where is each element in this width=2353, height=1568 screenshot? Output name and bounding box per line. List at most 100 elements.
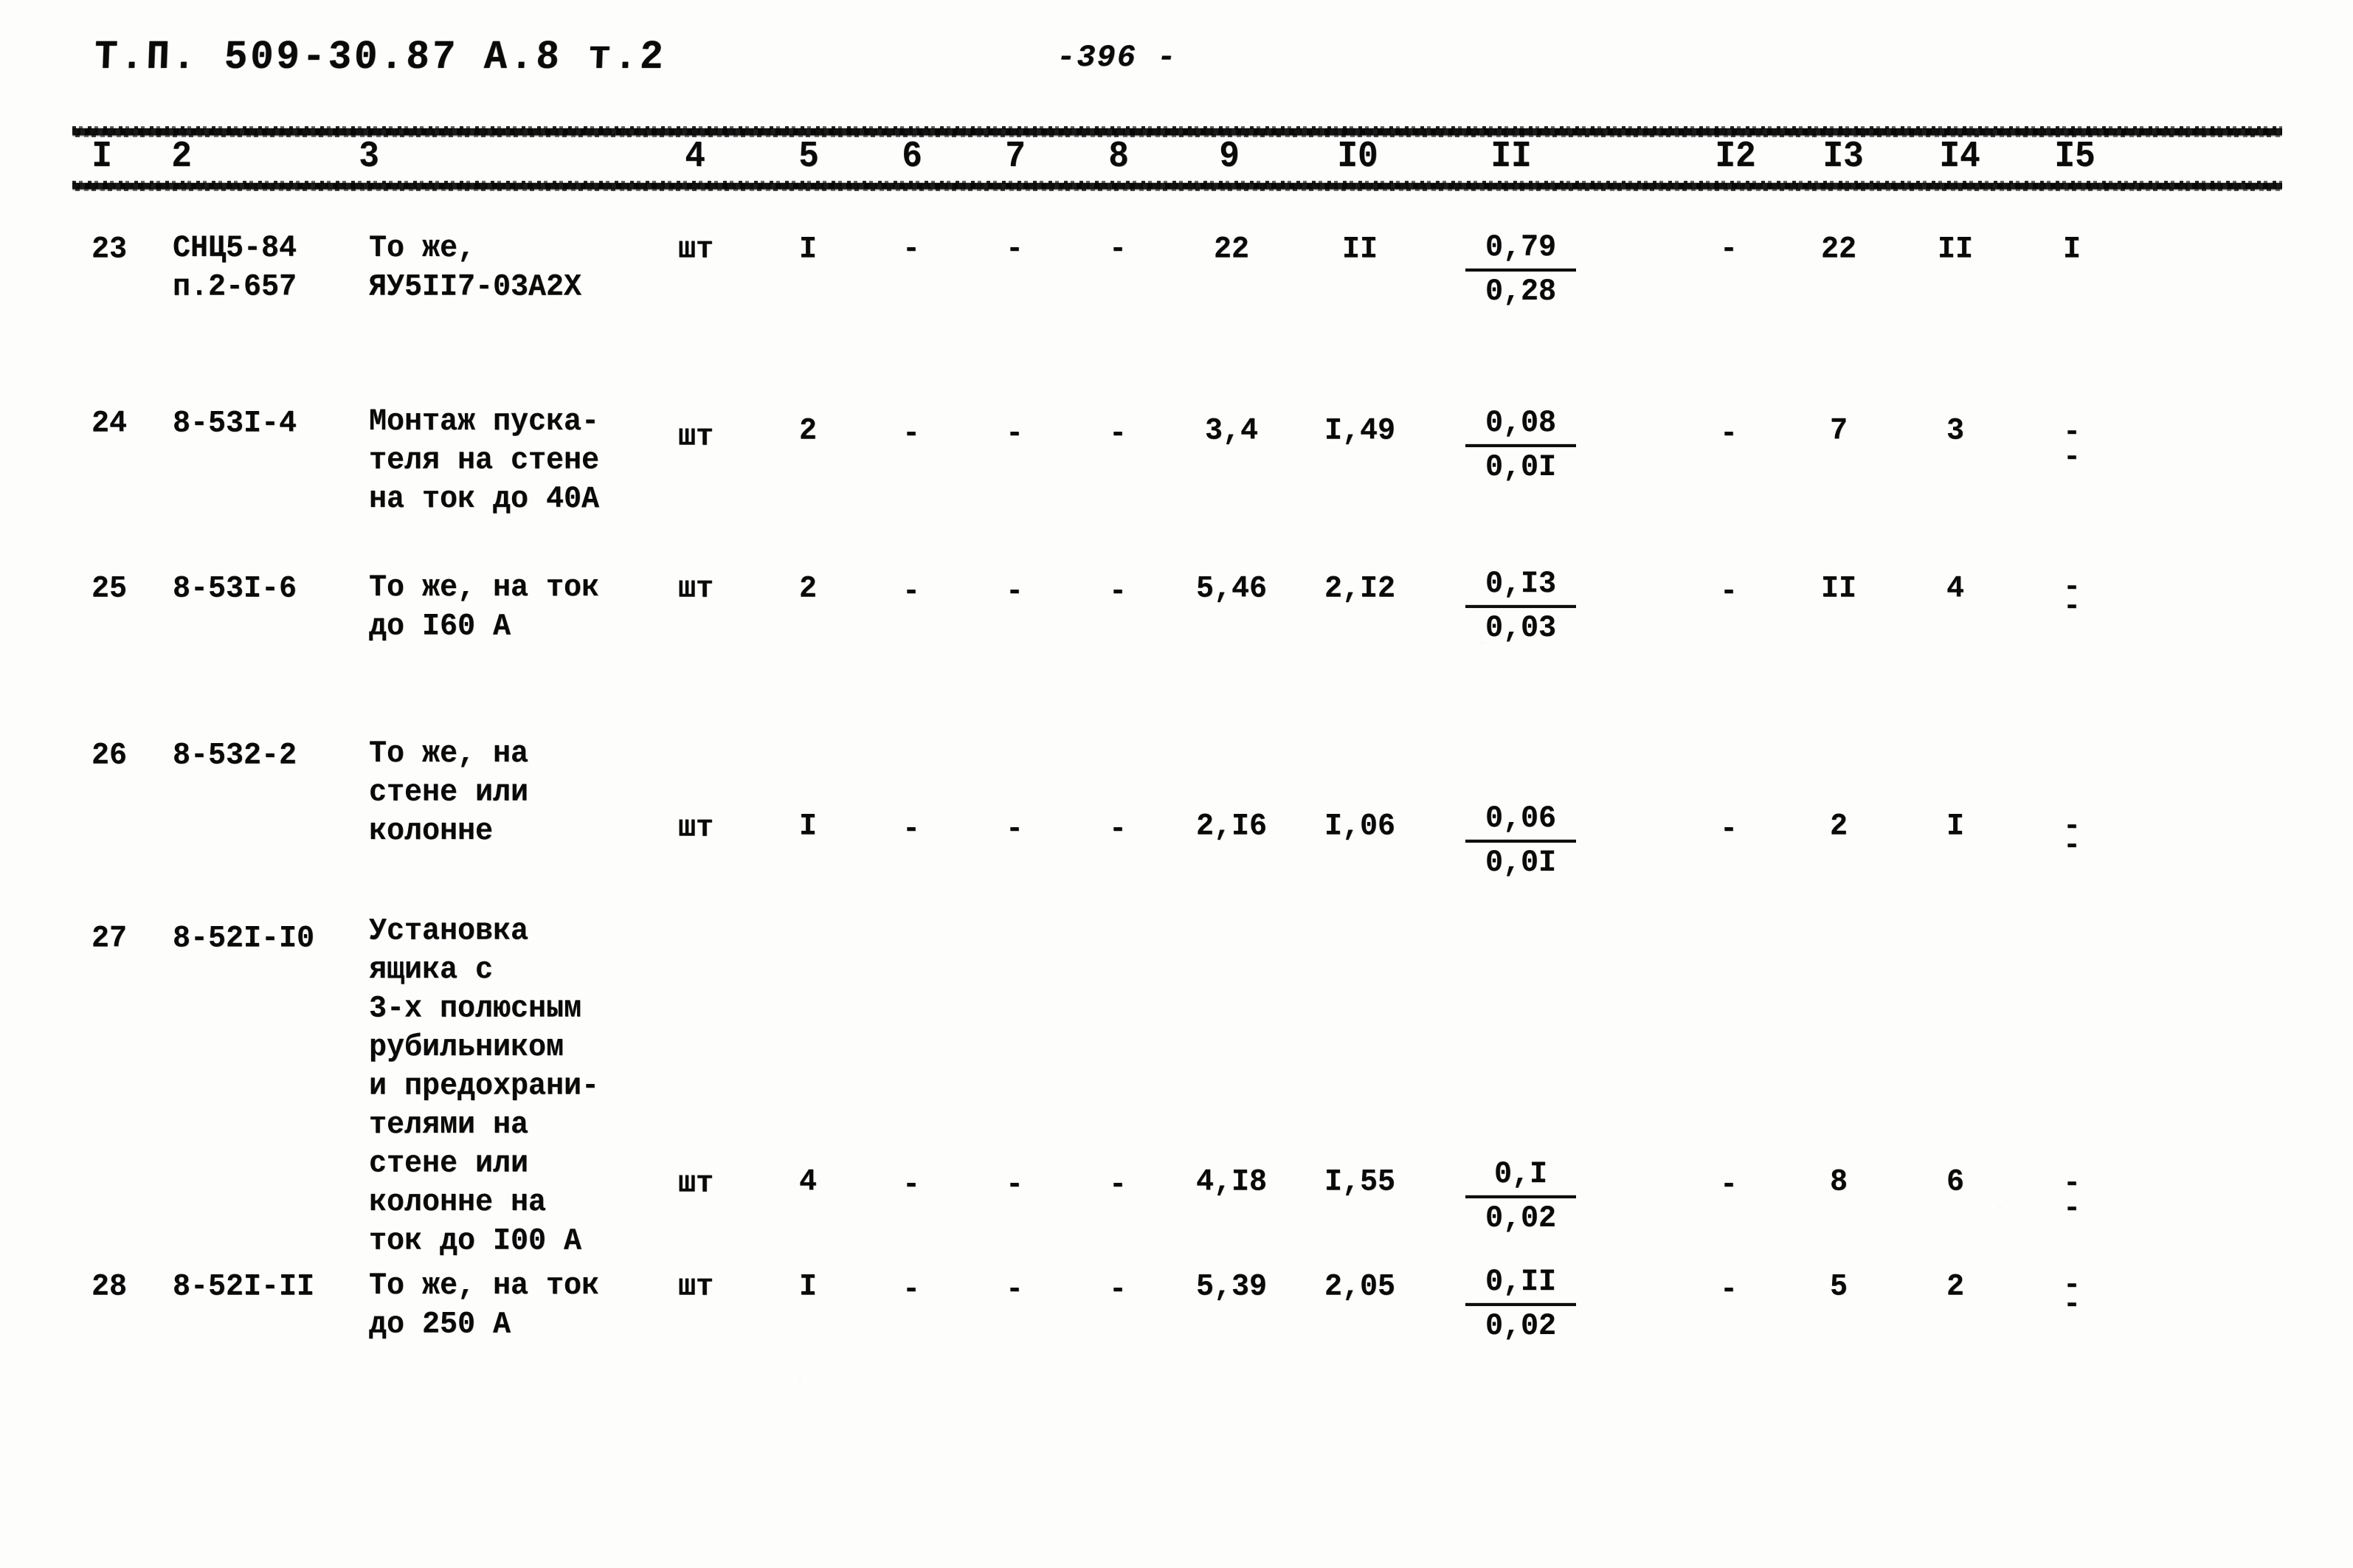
cell-col12: -: [1719, 1167, 1738, 1203]
cell-col11-fraction: 0,I3 0,03: [1465, 566, 1576, 648]
cell-position: 27: [91, 921, 127, 957]
cell-col11-fraction: 0,79 0,28: [1465, 229, 1576, 311]
fraction-numerator: 0,II: [1465, 1264, 1576, 1307]
cell-unit: шт: [677, 232, 713, 268]
cell-col9: 5,39: [1195, 1269, 1267, 1305]
cell-qty: 2: [798, 413, 817, 449]
cell-position: 23: [91, 232, 127, 268]
cell-col14: 2: [1946, 1269, 1964, 1305]
dash-lower: -: [2062, 590, 2081, 624]
column-header-2: 2: [171, 135, 192, 178]
cell-col12: -: [1719, 232, 1738, 268]
cell-col13: II: [1820, 571, 1856, 607]
column-header-5: 5: [798, 135, 819, 178]
cell-col9: 3,4: [1204, 413, 1258, 449]
cell-col12: -: [1719, 1272, 1738, 1308]
cell-description: Установка ящика с 3-х полюсным рубильник…: [369, 913, 600, 1260]
cell-col10: II: [1341, 232, 1378, 268]
cell-col12: -: [1719, 812, 1738, 848]
cell-col7: -: [1005, 232, 1023, 268]
cell-col14: 4: [1946, 571, 1964, 607]
cell-unit: шт: [677, 571, 713, 607]
cell-code: 8-52I-II: [173, 1269, 315, 1305]
column-header-4: 4: [685, 135, 705, 178]
fraction-numerator: 0,06: [1465, 801, 1576, 843]
document-code: Т.П. 509-30.87 А.8 т.2: [93, 34, 667, 80]
cell-position: 25: [91, 571, 127, 607]
cell-unit: шт: [677, 1166, 713, 1202]
document-header: Т.П. 509-30.87 А.8 т.2 -396 -: [0, 34, 2353, 87]
cell-unit: шт: [677, 1269, 713, 1305]
cell-position: 28: [91, 1269, 127, 1305]
cell-description: То же, на стене или колонне: [369, 736, 529, 849]
cell-description: Монтаж пуска- теля на стене на ток до 40…: [369, 404, 600, 517]
cell-code: 8-532-2: [173, 738, 297, 774]
column-header-7: 7: [1005, 135, 1026, 178]
cell-qty: I: [798, 232, 817, 268]
cell-col13: 8: [1829, 1164, 1848, 1201]
cell-col7: -: [1005, 1167, 1023, 1203]
dash-lower: -: [2062, 829, 2081, 863]
cell-col6: -: [902, 574, 920, 610]
cell-col9: 22: [1213, 232, 1249, 268]
cell-col8: -: [1108, 1167, 1127, 1203]
scanned-page: Т.П. 509-30.87 А.8 т.2 -396 - I 2 3 4 5 …: [0, 0, 2353, 1568]
column-header-10: I0: [1337, 135, 1378, 178]
column-header-9: 9: [1219, 135, 1240, 178]
cell-col10: I,49: [1324, 413, 1395, 449]
table-top-rule: [72, 126, 2282, 137]
cell-description: То же, на ток до 250 А: [369, 1268, 600, 1343]
dash-lower: -: [2062, 441, 2081, 474]
cell-col12: -: [1719, 416, 1738, 452]
column-header-12: I2: [1715, 135, 1756, 178]
cell-col12: -: [1719, 574, 1738, 610]
fraction-numerator: 0,I: [1465, 1156, 1576, 1199]
cell-col13: 7: [1829, 413, 1848, 449]
cell-col14: II: [1937, 232, 1973, 268]
cell-col7: -: [1005, 1272, 1023, 1308]
cell-col15-dash-pair: - -: [2036, 1170, 2107, 1224]
cell-col13: 22: [1820, 232, 1856, 268]
cell-col15-dash-pair: - -: [2036, 573, 2107, 624]
cell-col14: 6: [1946, 1164, 1964, 1201]
cell-qty: 4: [798, 1164, 817, 1201]
cell-col6: -: [902, 232, 920, 268]
column-header-8: 8: [1108, 135, 1129, 178]
cell-qty: 2: [798, 571, 817, 607]
cell-col15-dash-pair: - -: [2036, 1271, 2107, 1320]
cell-col10: 2,05: [1324, 1269, 1395, 1305]
cell-position: 24: [91, 406, 127, 442]
cell-col11-fraction: 0,08 0,0I: [1465, 405, 1576, 487]
cell-col8: -: [1108, 812, 1127, 848]
fraction-numerator: 0,I3: [1465, 566, 1576, 609]
cell-col9: 5,46: [1195, 571, 1267, 607]
cell-col8: -: [1108, 1272, 1127, 1308]
fraction-numerator: 0,08: [1465, 405, 1576, 448]
cell-col14: I: [1946, 809, 1964, 845]
fraction-denominator: 0,02: [1485, 1309, 1556, 1344]
column-header-1: I: [91, 135, 112, 178]
cell-col10: I,55: [1324, 1164, 1395, 1201]
table-body: 23 СНЦ5-84 п.2-657 То же, ЯУ5II7-03А2Х ш…: [0, 199, 2353, 1568]
cell-col6: -: [902, 1167, 920, 1203]
cell-unit: шт: [677, 419, 713, 455]
cell-col9: 4,I8: [1195, 1164, 1267, 1201]
cell-col6: -: [902, 1272, 920, 1308]
cell-col11-fraction: 0,II 0,02: [1465, 1264, 1576, 1346]
cell-col6: -: [902, 416, 920, 452]
cell-col11-fraction: 0,06 0,0I: [1465, 801, 1576, 883]
cell-col10: 2,I2: [1324, 571, 1395, 607]
cell-code: 8-53I-6: [173, 571, 297, 607]
cell-col8: -: [1108, 232, 1127, 268]
cell-col15: I: [2062, 232, 2081, 268]
fraction-denominator: 0,0I: [1485, 450, 1556, 486]
column-header-15: I5: [2054, 135, 2095, 178]
cell-col8: -: [1108, 416, 1127, 452]
cell-code: СНЦ5-84 п.2-657: [173, 231, 297, 305]
cell-unit: шт: [677, 810, 713, 846]
cell-description: То же, на ток до I60 А: [369, 570, 600, 645]
cell-description: То же, ЯУ5II7-03А2Х: [369, 231, 582, 305]
column-header-11: II: [1490, 135, 1532, 178]
page-number: -396 -: [1057, 40, 1178, 75]
cell-qty: I: [798, 809, 817, 845]
